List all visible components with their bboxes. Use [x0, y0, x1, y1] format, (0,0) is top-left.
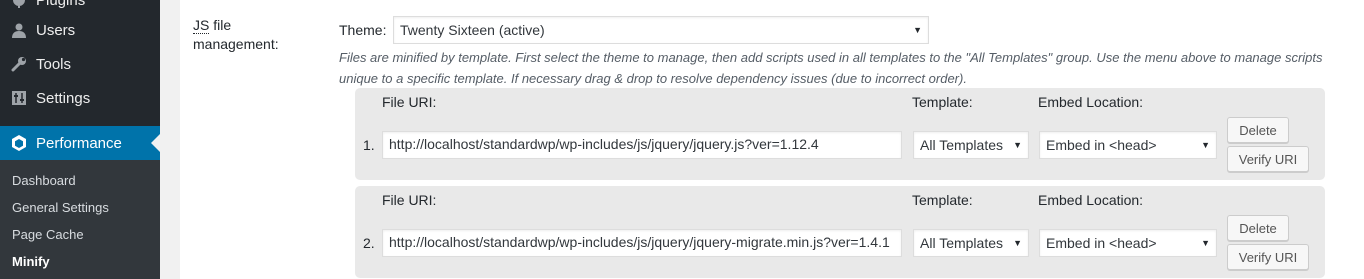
menu-item-label: Performance	[36, 134, 122, 152]
script-number: 1.	[363, 137, 375, 153]
verify-uri-button[interactable]: Verify URI	[1227, 244, 1309, 270]
js-file-management-label: JS file management:	[193, 16, 313, 54]
embed-location-column-label: Embed Location:	[1038, 192, 1144, 208]
menu-item-users[interactable]: Users	[0, 13, 160, 47]
embed-location-select[interactable]: Embed in <head> ▼	[1039, 131, 1217, 159]
performance-icon	[9, 133, 29, 153]
template-select-value: All Templates	[920, 235, 1004, 251]
submenu-item-dashboard[interactable]: Dashboard	[12, 173, 76, 188]
theme-label: Theme:	[339, 22, 387, 38]
file-uri-input[interactable]: http://localhost/standardwp/wp-includes/…	[382, 131, 902, 159]
menu-item-settings[interactable]: Settings	[0, 81, 160, 115]
chevron-down-icon: ▼	[1201, 238, 1210, 248]
minify-settings-form: JS file management: Theme: Twenty Sixtee…	[180, 0, 1364, 279]
verify-uri-button[interactable]: Verify URI	[1227, 146, 1309, 172]
theme-select[interactable]: Twenty Sixteen (active) ▼	[393, 16, 929, 44]
theme-select-value: Twenty Sixteen (active)	[400, 22, 545, 38]
menu-item-label: Tools	[36, 55, 72, 73]
template-column-label: Template:	[912, 192, 973, 208]
chevron-down-icon: ▼	[913, 25, 922, 35]
file-uri-column-label: File URI:	[382, 94, 437, 110]
main-content: JS file management: Theme: Twenty Sixtee…	[160, 0, 1364, 279]
embed-location-value: Embed in <head>	[1046, 235, 1157, 251]
menu-item-performance[interactable]: Performance	[0, 126, 160, 160]
script-number: 2.	[363, 235, 375, 251]
submenu-item-general-settings[interactable]: General Settings	[12, 200, 109, 215]
performance-submenu: Dashboard General Settings Page Cache Mi…	[0, 160, 160, 279]
submenu-item-minify[interactable]: Minify	[12, 254, 50, 269]
settings-icon	[9, 88, 29, 108]
users-icon	[9, 20, 29, 40]
delete-button[interactable]: Delete	[1227, 215, 1289, 241]
file-uri-column-label: File URI:	[382, 192, 437, 208]
menu-item-label: Users	[36, 21, 76, 39]
script-entry[interactable]: File URI: Template: Embed Location: 1. h…	[355, 88, 1325, 180]
template-select[interactable]: All Templates ▼	[913, 229, 1029, 257]
admin-sidebar: Plugins Users Tools Settings Performance…	[0, 0, 160, 279]
plugin-icon	[9, 0, 29, 10]
template-select-value: All Templates	[920, 137, 1004, 153]
embed-location-value: Embed in <head>	[1046, 137, 1157, 153]
template-select[interactable]: All Templates ▼	[913, 131, 1029, 159]
script-entry[interactable]: File URI: Template: Embed Location: 2. h…	[355, 186, 1325, 278]
delete-button[interactable]: Delete	[1227, 117, 1289, 143]
menu-item-tools[interactable]: Tools	[0, 47, 160, 81]
chevron-down-icon: ▼	[1013, 140, 1022, 150]
tools-icon	[9, 54, 29, 74]
menu-item-label: Settings	[36, 89, 91, 107]
chevron-down-icon: ▼	[1201, 140, 1210, 150]
minify-description: Files are minified by template. First se…	[339, 50, 1323, 86]
menu-item-label: Plugins	[36, 0, 86, 9]
js-abbreviation: JS	[193, 17, 210, 34]
template-column-label: Template:	[912, 94, 973, 110]
embed-location-select[interactable]: Embed in <head> ▼	[1039, 229, 1217, 257]
submenu-item-page-cache[interactable]: Page Cache	[12, 227, 84, 242]
chevron-down-icon: ▼	[1013, 238, 1022, 248]
file-uri-input[interactable]: http://localhost/standardwp/wp-includes/…	[382, 229, 902, 257]
embed-location-column-label: Embed Location:	[1038, 94, 1144, 110]
